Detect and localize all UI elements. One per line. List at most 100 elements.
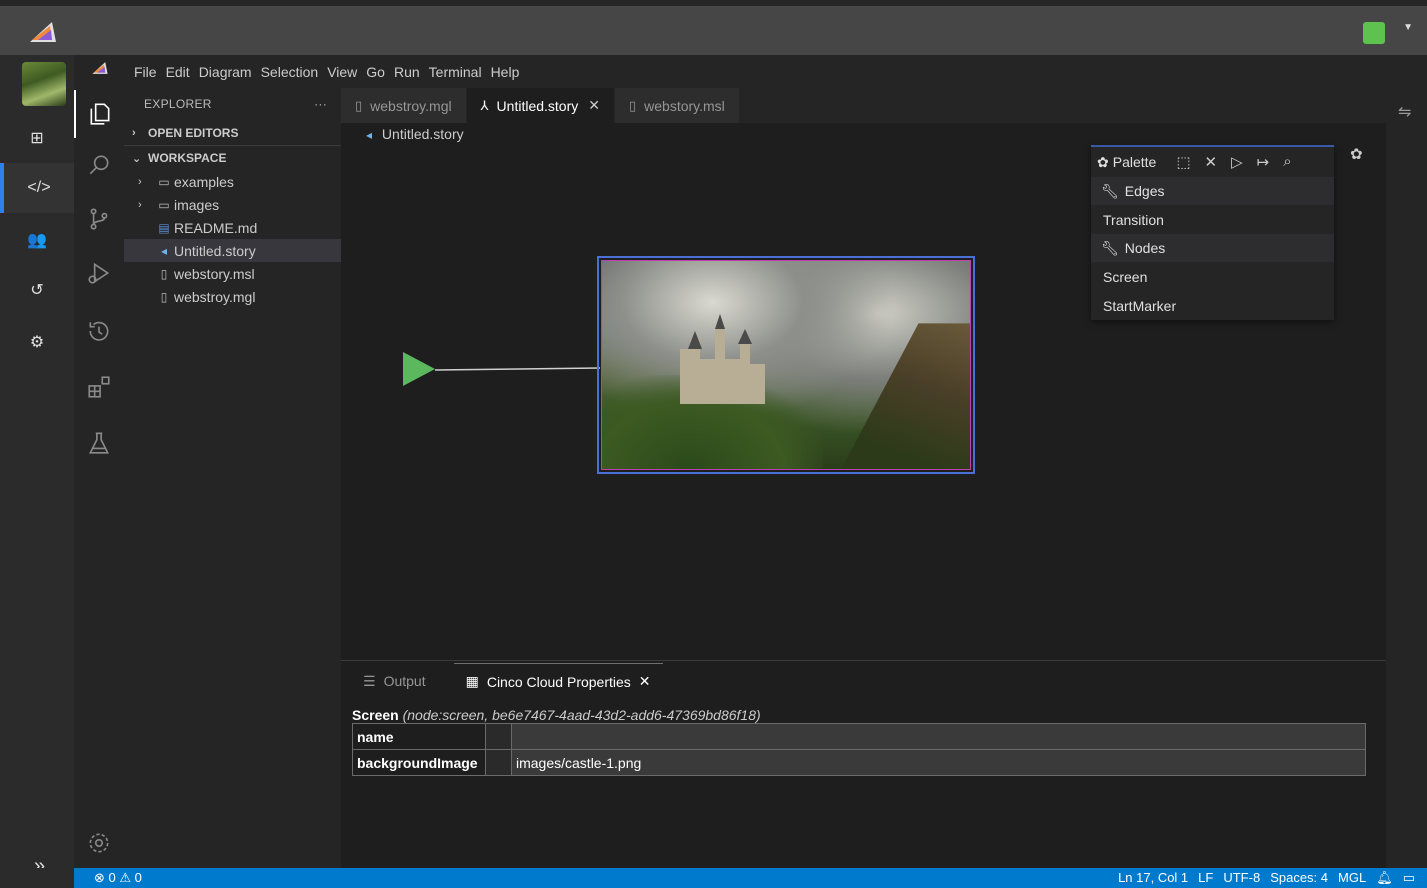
testing-flask-icon[interactable] [74,419,124,467]
tab-label: webstroy.mgl [370,97,452,114]
menu-selection[interactable]: Selection [261,64,319,80]
tree-file-readme[interactable]: ▤ README.md [124,216,341,239]
menu-view[interactable]: View [327,64,357,80]
close-icon[interactable]: ✕ [588,97,600,114]
chevron-right-icon: › [138,198,142,211]
menu-run[interactable]: Run [394,64,420,80]
menu-terminal[interactable]: Terminal [429,64,482,80]
screen-node[interactable] [597,256,975,474]
code-editor-icon[interactable]: </> [0,163,74,213]
search-icon[interactable] [74,141,124,189]
palette-item-screen[interactable]: Screen [1091,262,1334,291]
user-menu-chevron-icon[interactable]: ▼ [1403,22,1413,33]
dashboard-icon[interactable]: ⊞ [0,113,74,163]
menu-bar: File Edit Diagram Selection View Go Run … [124,55,1427,88]
panel-tab-label: Output [383,673,426,689]
palette-item-transition[interactable]: Transition [1091,205,1334,234]
start-marker-node[interactable] [403,352,435,386]
tab-untitled-story[interactable]: ⅄ Untitled.story ✕ [466,88,615,123]
menu-logo-icon [92,62,108,74]
tree-item-label: README.md [174,219,258,236]
tree-folder-examples[interactable]: › ▭ examples [124,170,341,193]
selection-tool-icon[interactable]: ⬚ [1176,153,1190,171]
properties-table: name backgroundImage images/castle-1.png [352,723,1366,776]
explorer-sidebar: EXPLORER ··· › OPEN EDITORS ⌄ WORKSPACE … [124,88,341,868]
properties-title: Screen (node:screen, be6e7467-4aad-43d2-… [352,707,761,723]
bottom-panel: ☰ Output ▦ Cinco Cloud Properties ✕ Scre… [341,660,1386,868]
explorer-title: EXPLORER [144,97,212,111]
palette-icon: ✿ [1097,153,1109,170]
tree-item-label: webstory.msl [174,265,255,282]
search-icon[interactable]: ⌕ [1283,153,1291,171]
file-icon: ▯ [160,266,168,281]
tree-file-webstory-msl[interactable]: ▯ webstory.msl [124,262,341,285]
status-right: Ln 17, Col 1 LF UTF-8 Spaces: 4 MGL 🔔︎ ▭ [1118,870,1427,886]
explorer-more-icon[interactable]: ··· [314,97,327,111]
tree-item-label: Untitled.story [174,242,256,259]
run-debug-icon[interactable] [74,249,124,297]
problems-count[interactable]: ⊗ 0 ⚠ 0 [74,870,142,886]
explorer-files-icon[interactable] [74,90,124,138]
layout-arrow-icon[interactable]: ↦ [1257,153,1270,171]
tree-item-label: examples [174,173,234,190]
encoding[interactable]: UTF-8 [1223,870,1260,886]
menu-help[interactable]: Help [491,64,520,80]
property-value-background-image[interactable]: images/castle-1.png [511,749,1366,776]
validate-play-icon[interactable]: ▷ [1231,153,1243,171]
breadcrumb-label: Untitled.story [381,126,464,142]
wrench-icon: 🔧︎ [1101,239,1119,256]
palette-title: Palette [1112,154,1157,170]
workspace-section[interactable]: ⌄ WORKSPACE [124,145,341,170]
tree-file-untitled-story[interactable]: ◂ Untitled.story [124,239,341,262]
menu-go[interactable]: Go [366,64,385,80]
property-spacer [485,723,512,750]
indentation[interactable]: Spaces: 4 [1270,870,1328,886]
extensions-icon[interactable] [74,363,124,411]
story-file-icon: ◂ [160,243,168,258]
manage-gear-icon[interactable] [74,819,124,867]
menu-file[interactable]: File [134,64,157,80]
cursor-position[interactable]: Ln 17, Col 1 [1118,870,1188,886]
property-value-name[interactable] [511,723,1366,750]
close-icon[interactable]: ✕ [639,673,651,690]
menu-diagram[interactable]: Diagram [199,64,252,80]
breadcrumb[interactable]: ◂ Untitled.story [366,126,464,142]
palette-group-edges[interactable]: 🔧︎ Edges [1091,177,1334,205]
palette-group-label: Nodes [1124,240,1166,256]
delete-icon[interactable]: ✕ [1205,153,1218,171]
source-control-icon[interactable] [74,195,124,243]
project-avatar[interactable] [22,62,66,106]
cinco-logo-icon[interactable] [28,20,58,44]
element-type: Screen [352,707,399,723]
app-top-bar: ▼ [0,0,1427,55]
palette-toggle-icon[interactable]: ✿ [1350,145,1363,163]
workspace-label: WORKSPACE [148,151,227,165]
tree-folder-images[interactable]: › ▭ images [124,193,341,216]
line-ending[interactable]: LF [1198,870,1213,886]
users-icon[interactable]: 👥 [0,215,74,265]
open-editors-section[interactable]: › OPEN EDITORS [124,120,341,145]
layout-panel-icon[interactable]: ▭ [1403,870,1415,886]
language-mode[interactable]: MGL [1338,870,1366,886]
secondary-side-bar: ⇋ [1386,88,1427,868]
notifications-bell-icon[interactable]: 🔔︎ [1376,870,1393,886]
palette-group-nodes[interactable]: 🔧︎ Nodes [1091,234,1334,262]
folder-icon: ▭ [158,174,170,189]
tab-webstroy-mgl[interactable]: ▯ webstroy.mgl [341,88,467,123]
transition-edge[interactable] [435,367,600,371]
story-file-icon: ◂ [366,128,373,142]
palette-toolbar: ⬚ ✕ ▷ ↦ ⌕ [1176,153,1291,171]
activity-bar [74,55,124,868]
menu-edit[interactable]: Edit [166,64,190,80]
palette-item-startmarker[interactable]: StartMarker [1091,291,1334,320]
panel-tab-output[interactable]: ☰ Output [351,663,438,699]
panel-tab-properties[interactable]: ▦ Cinco Cloud Properties ✕ [453,663,663,699]
tree-file-webstroy-mgl[interactable]: ▯ webstroy.mgl [124,285,341,308]
diagram-icon: ⅄ [480,97,489,113]
timeline-history-icon[interactable] [74,307,124,355]
user-avatar-icon[interactable] [1363,22,1385,44]
settings-gears-icon[interactable]: ⚙ [0,317,74,367]
outline-diagram-icon[interactable]: ⇋ [1398,102,1411,122]
tab-webstory-msl[interactable]: ▯ webstory.msl [614,88,740,123]
history-icon[interactable]: ↺ [0,265,74,315]
